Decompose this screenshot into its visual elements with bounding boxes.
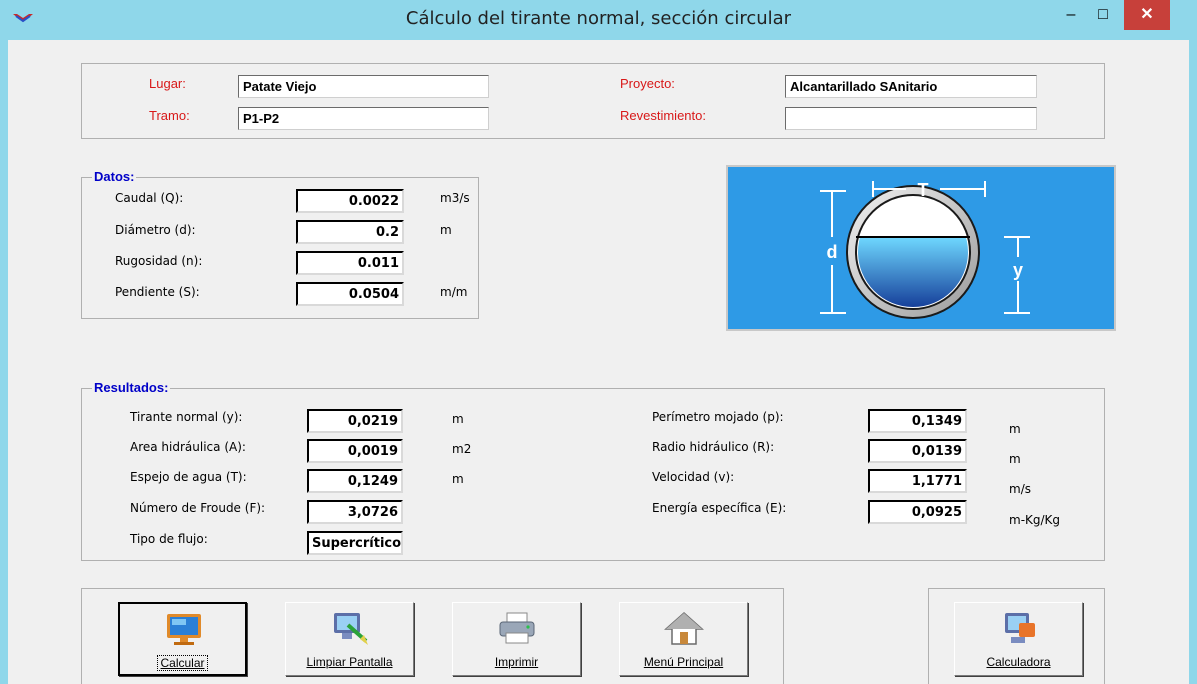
limpiar-label: Limpiar Pantalla (306, 655, 393, 669)
tirante-label: Tirante normal (y): (130, 410, 243, 424)
velocidad-output: 1,1771 (868, 469, 967, 493)
diametro-unit: m (440, 223, 452, 237)
energia-unit: m-Kg/Kg (1009, 513, 1061, 527)
lugar-label: Lugar: (149, 76, 186, 91)
tramo-field[interactable]: P1-P2 (238, 107, 489, 130)
energia-output: 0,0925 (868, 500, 967, 524)
y-label: y (1013, 260, 1023, 280)
pipe-section-icon: T d y (820, 180, 1030, 319)
area-label: Area hidráulica (A): (130, 440, 246, 454)
client-area: Lugar: Patate Viejo Tramo: P1-P2 Proyect… (8, 40, 1189, 684)
pendiente-unit: m/m (440, 285, 468, 299)
t-label: T (918, 180, 929, 200)
perimetro-label: Perímetro mojado (p): (652, 410, 784, 424)
velocidad-label: Velocidad (v): (652, 470, 735, 484)
menu-principal-label: Menú Principal (643, 655, 724, 669)
maximize-button[interactable]: □ (1090, 0, 1116, 30)
radio-output: 0,0139 (868, 439, 967, 463)
perimetro-output: 0,1349 (868, 409, 967, 433)
diametro-label: Diámetro (d): (115, 223, 196, 237)
clear-screen-icon (334, 613, 368, 645)
espejo-label: Espejo de agua (T): (130, 470, 247, 484)
monitor-icon (167, 614, 201, 645)
calculadora-label: Calculadora (986, 655, 1051, 669)
printer-icon (499, 612, 535, 644)
tirante-unit: m (452, 412, 464, 426)
pendiente-label: Pendiente (S): (115, 285, 200, 299)
energia-label: Energía específica (E): (652, 501, 787, 515)
calcular-label: Calcular (157, 655, 208, 671)
imprimir-button[interactable]: Imprimir (452, 602, 581, 676)
title-bar[interactable]: Cálculo del tirante normal, sección circ… (0, 0, 1197, 40)
calculator-icon (1005, 613, 1035, 643)
lugar-field[interactable]: Patate Viejo (238, 75, 489, 98)
window-title: Cálculo del tirante normal, sección circ… (405, 8, 792, 29)
tramo-label: Tramo: (149, 108, 190, 123)
espejo-output: 0,1249 (307, 469, 403, 493)
project-info-panel: Lugar: Patate Viejo Tramo: P1-P2 Proyect… (81, 63, 1105, 139)
close-button[interactable]: ✕ (1124, 0, 1170, 30)
calculadora-button[interactable]: Calculadora (954, 602, 1083, 676)
area-unit: m2 (452, 442, 472, 456)
espejo-unit: m (452, 472, 464, 486)
froude-label: Número de Froude (F): (130, 501, 266, 515)
froude-output: 3,0726 (307, 500, 403, 524)
perimetro-unit: m (1009, 422, 1021, 436)
pendiente-input[interactable]: 0.0504 (296, 282, 404, 306)
resultados-title: Resultados: (92, 380, 171, 395)
datos-group: Datos: Caudal (Q): 0.0022 m3/s Diámetro … (81, 169, 479, 319)
proyecto-field[interactable]: Alcantarillado SAnitario (785, 75, 1037, 98)
revestimiento-label: Revestimiento: (620, 108, 706, 123)
menu-principal-button[interactable]: Menú Principal (619, 602, 748, 676)
app-window: Cálculo del tirante normal, sección circ… (0, 0, 1197, 684)
tipo-flujo-output: Supercrítico (307, 531, 403, 555)
caudal-unit: m3/s (440, 191, 470, 205)
velocidad-unit: m/s (1009, 482, 1031, 496)
datos-title: Datos: (92, 169, 137, 184)
limpiar-pantalla-button[interactable]: Limpiar Pantalla (285, 602, 414, 676)
resultados-group: Resultados: Tirante normal (y): 0,0219 m… (81, 380, 1105, 561)
minimize-button[interactable]: – (1058, 0, 1084, 30)
diametro-input[interactable]: 0.2 (296, 220, 404, 244)
proyecto-label: Proyecto: (620, 76, 675, 91)
radio-unit: m (1009, 452, 1021, 466)
home-icon (664, 611, 704, 645)
imprimir-label: Imprimir (494, 655, 539, 669)
revestimiento-field[interactable] (785, 107, 1037, 130)
tirante-output: 0,0219 (307, 409, 403, 433)
area-output: 0,0019 (307, 439, 403, 463)
action-toolbar: Calcular Limpiar Pantalla Imprimir Menú … (81, 588, 784, 684)
rugosidad-label: Rugosidad (n): (115, 254, 203, 268)
caudal-label: Caudal (Q): (115, 191, 184, 205)
tipo-flujo-label: Tipo de flujo: (130, 532, 208, 546)
rugosidad-input[interactable]: 0.011 (296, 251, 404, 275)
caudal-input[interactable]: 0.0022 (296, 189, 404, 213)
calculator-toolbar: Calculadora (928, 588, 1105, 684)
radio-label: Radio hidráulico (R): (652, 440, 775, 454)
calcular-button[interactable]: Calcular (118, 602, 247, 676)
circular-section-diagram: T d y (726, 165, 1116, 331)
d-label: d (827, 242, 838, 262)
